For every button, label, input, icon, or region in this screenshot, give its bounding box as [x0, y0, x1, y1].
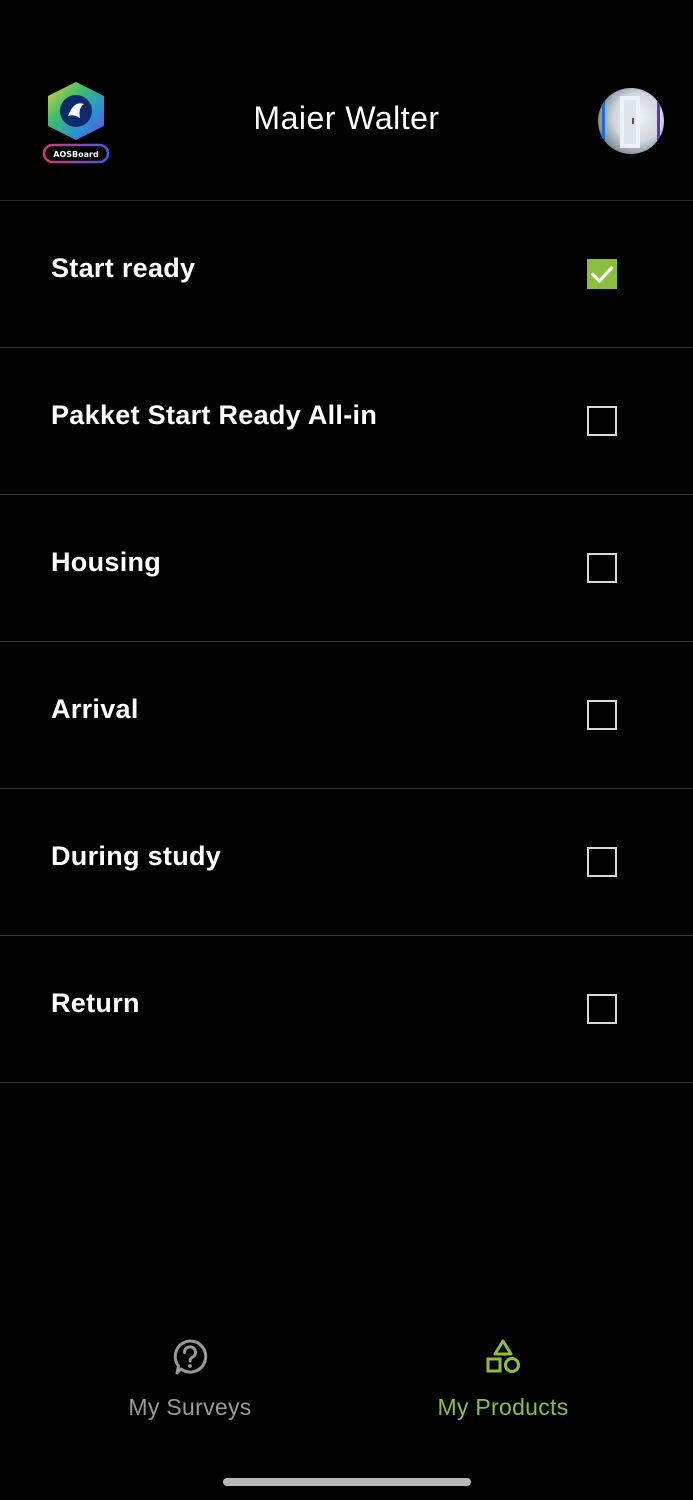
tab-label: My Surveys [128, 1394, 252, 1420]
tab-my-products[interactable]: My Products [330, 1320, 676, 1440]
list-item-label: Return [51, 988, 140, 1018]
checkbox[interactable] [587, 406, 617, 436]
checkbox-checked[interactable] [587, 259, 617, 289]
product-list: Start ready Pakket Start Ready All-in Ho… [0, 201, 693, 1083]
home-indicator[interactable] [223, 1478, 471, 1486]
app-header: AOSBoard Maier Walter [0, 0, 693, 201]
tab-my-surveys[interactable]: My Surveys [17, 1320, 363, 1440]
list-item[interactable]: During study [0, 789, 693, 936]
question-circle-icon [171, 1338, 209, 1376]
checkbox[interactable] [587, 553, 617, 583]
checkbox[interactable] [587, 994, 617, 1024]
avatar[interactable] [598, 88, 664, 154]
bottom-tab-bar: My Surveys My Products [0, 1320, 693, 1440]
list-item[interactable]: Housing [0, 495, 693, 642]
list-item-label: During study [51, 841, 222, 871]
checkbox[interactable] [587, 700, 617, 730]
list-item-label: Arrival [51, 694, 139, 724]
logo-text: AOSBoard [53, 150, 99, 159]
list-item[interactable]: Pakket Start Ready All-in [0, 348, 693, 495]
list-item[interactable]: Start ready [0, 201, 693, 348]
shapes-icon [484, 1338, 522, 1376]
page-title: Maier Walter [253, 100, 440, 136]
list-item[interactable]: Return [0, 936, 693, 1083]
list-item-label: Pakket Start Ready All-in [51, 400, 378, 430]
list-item[interactable]: Arrival [0, 642, 693, 789]
list-item-label: Start ready [51, 253, 196, 283]
tab-label: My Products [437, 1394, 569, 1420]
list-item-label: Housing [51, 547, 162, 577]
checkbox[interactable] [587, 847, 617, 877]
